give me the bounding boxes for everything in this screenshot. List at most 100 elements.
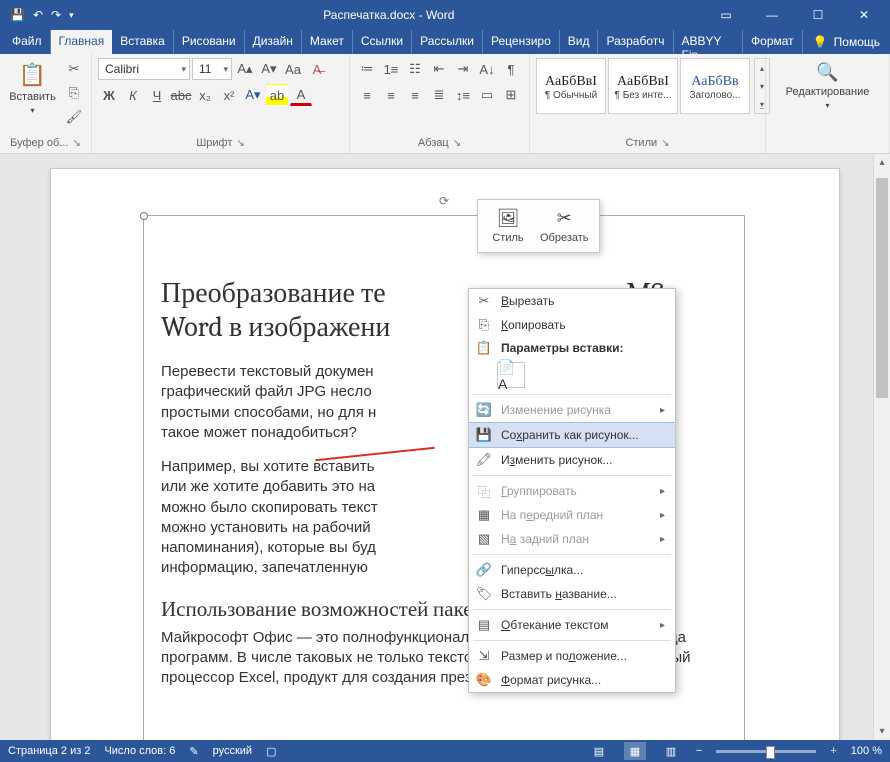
macro-record-icon[interactable]: ▢ [266,745,276,758]
tab-developer[interactable]: Разработч [598,30,673,54]
tab-abbyy[interactable]: ABBYY Fin [674,30,744,54]
ctx-edit-picture[interactable]: 🖍Изменить рисунок... [469,448,675,472]
tab-insert[interactable]: Вставка [112,30,174,54]
read-mode-icon[interactable]: ▤ [588,742,610,760]
cut-icon[interactable]: ✂ [63,58,85,80]
decrease-indent-icon[interactable]: ⇤ [428,58,450,80]
superscript-icon[interactable]: x² [218,84,240,106]
format-painter-icon[interactable]: 🖌 [63,106,85,128]
highlight-icon[interactable]: ab [266,84,288,106]
status-wordcount[interactable]: Число слов: 6 [104,745,175,757]
change-case-icon[interactable]: Aa [282,58,304,80]
paste-keep-text-button[interactable]: 📄A [497,362,525,388]
line-spacing-icon[interactable]: ↕≡ [452,84,474,106]
italic-icon[interactable]: К [122,84,144,106]
scroll-thumb[interactable] [876,178,888,398]
clear-format-icon[interactable]: A̶ [306,58,328,80]
tab-view[interactable]: Вид [560,30,599,54]
zoom-in-icon[interactable]: + [830,745,836,757]
ctx-hyperlink[interactable]: 🔗Гиперссылка... [469,558,675,582]
close-icon[interactable]: ✕ [842,0,886,30]
subscript-icon[interactable]: x₂ [194,84,216,106]
scroll-up-icon[interactable]: ▴ [874,154,890,171]
tab-file[interactable]: Файл [4,30,51,54]
bullets-icon[interactable]: ≔ [356,58,378,80]
tab-mailings[interactable]: Рассылки [412,30,483,54]
strike-icon[interactable]: abc [170,84,192,106]
ctx-cut[interactable]: ✂Вырезать [469,289,675,313]
ctx-size-position[interactable]: ⇲Размер и положение... [469,644,675,668]
tell-me[interactable]: 💡 Помощь [803,30,890,54]
align-center-icon[interactable]: ≡ [380,84,402,106]
zoom-level[interactable]: 100 % [851,745,882,757]
print-layout-icon[interactable]: ▦ [624,742,646,760]
crop-button[interactable]: ✂ Обрезать [534,204,595,248]
status-language[interactable]: русский [213,745,252,757]
font-color-icon[interactable]: A [290,84,312,106]
ribbon-options-icon[interactable]: ▭ [704,0,748,30]
font-size-combo[interactable]: 11 [192,58,232,80]
web-layout-icon[interactable]: ▥ [660,742,682,760]
shading-icon[interactable]: ▭ [476,84,498,106]
ctx-send-back: ▧На задний план▸ [469,527,675,551]
vertical-scrollbar[interactable]: ▴ ▾ [873,154,890,740]
clipboard-icon: 📋 [19,62,46,88]
sort-icon[interactable]: A↓ [476,58,498,80]
bold-icon[interactable]: Ж [98,84,120,106]
text-effects-icon[interactable]: A▾ [242,84,264,106]
group-font: Calibri 11 A▴ A▾ Aa A̶ Ж К Ч abc x₂ x² A… [92,54,350,153]
grow-font-icon[interactable]: A▴ [234,58,256,80]
paste-button[interactable]: 📋 Вставить ▾ [6,58,59,119]
style-normal[interactable]: АаБбВвІ¶ Обычный [536,58,606,114]
tab-format[interactable]: Формат [743,30,803,54]
ctx-insert-caption[interactable]: 🏷Вставить название... [469,582,675,606]
align-right-icon[interactable]: ≡ [404,84,426,106]
ctx-save-as-picture[interactable]: 💾Сохранить как рисунок... [469,422,675,448]
ctx-copy[interactable]: ⎘Копировать [469,313,675,337]
search-icon: 🔍 [816,62,838,83]
tab-draw[interactable]: Рисовани [174,30,245,54]
editing-button[interactable]: 🔍 Редактирование ▾ [780,58,876,114]
paste-text-icon: 📄A [498,359,524,392]
underline-icon[interactable]: Ч [146,84,168,106]
resize-handle-icon[interactable] [140,212,148,220]
tab-layout[interactable]: Макет [302,30,353,54]
shrink-font-icon[interactable]: A▾ [258,58,280,80]
align-left-icon[interactable]: ≡ [356,84,378,106]
ctx-format-picture[interactable]: 🎨Формат рисунка... [469,668,675,692]
redo-icon[interactable]: ↷ [51,8,61,22]
status-page[interactable]: Страница 2 из 2 [8,745,90,757]
ctx-wrap-text[interactable]: ▤Обтекание текстом▸ [469,613,675,637]
dialog-launcher-icon[interactable]: ↘ [236,138,244,149]
increase-indent-icon[interactable]: ⇥ [452,58,474,80]
tab-design[interactable]: Дизайн [245,30,302,54]
maximize-icon[interactable]: ☐ [796,0,840,30]
dialog-launcher-icon[interactable]: ↘ [661,138,669,149]
zoom-out-icon[interactable]: − [696,745,702,757]
style-heading1[interactable]: АаБбВвЗаголово... [680,58,750,114]
copy-icon: ⎘ [475,317,493,333]
save-icon[interactable]: 💾 [10,8,25,22]
paste-label: Вставить [9,91,56,103]
picture-style-button[interactable]: 🖼 Стиль [482,204,534,248]
numbering-icon[interactable]: 1≡ [380,58,402,80]
undo-icon[interactable]: ↶ [33,8,43,22]
font-name-combo[interactable]: Calibri [98,58,190,80]
tab-review[interactable]: Рецензиро [483,30,560,54]
multilevel-icon[interactable]: ☷ [404,58,426,80]
dialog-launcher-icon[interactable]: ↘ [72,138,80,149]
copy-icon[interactable]: ⎘ [63,82,85,104]
tab-home[interactable]: Главная [51,30,113,54]
rotate-handle-icon[interactable]: ⟳ [439,194,449,208]
group-icon: ⿻ [475,482,493,501]
dialog-launcher-icon[interactable]: ↘ [453,138,461,149]
minimize-icon[interactable]: — [750,0,794,30]
zoom-slider[interactable] [716,750,816,753]
tab-references[interactable]: Ссылки [353,30,412,54]
style-no-spacing[interactable]: АаБбВвІ¶ Без инте... [608,58,678,114]
borders-icon[interactable]: ⊞ [500,84,522,106]
scroll-down-icon[interactable]: ▾ [874,723,890,740]
show-marks-icon[interactable]: ¶ [500,58,522,80]
justify-icon[interactable]: ≣ [428,84,450,106]
spellcheck-icon[interactable]: ✎ [189,745,198,758]
